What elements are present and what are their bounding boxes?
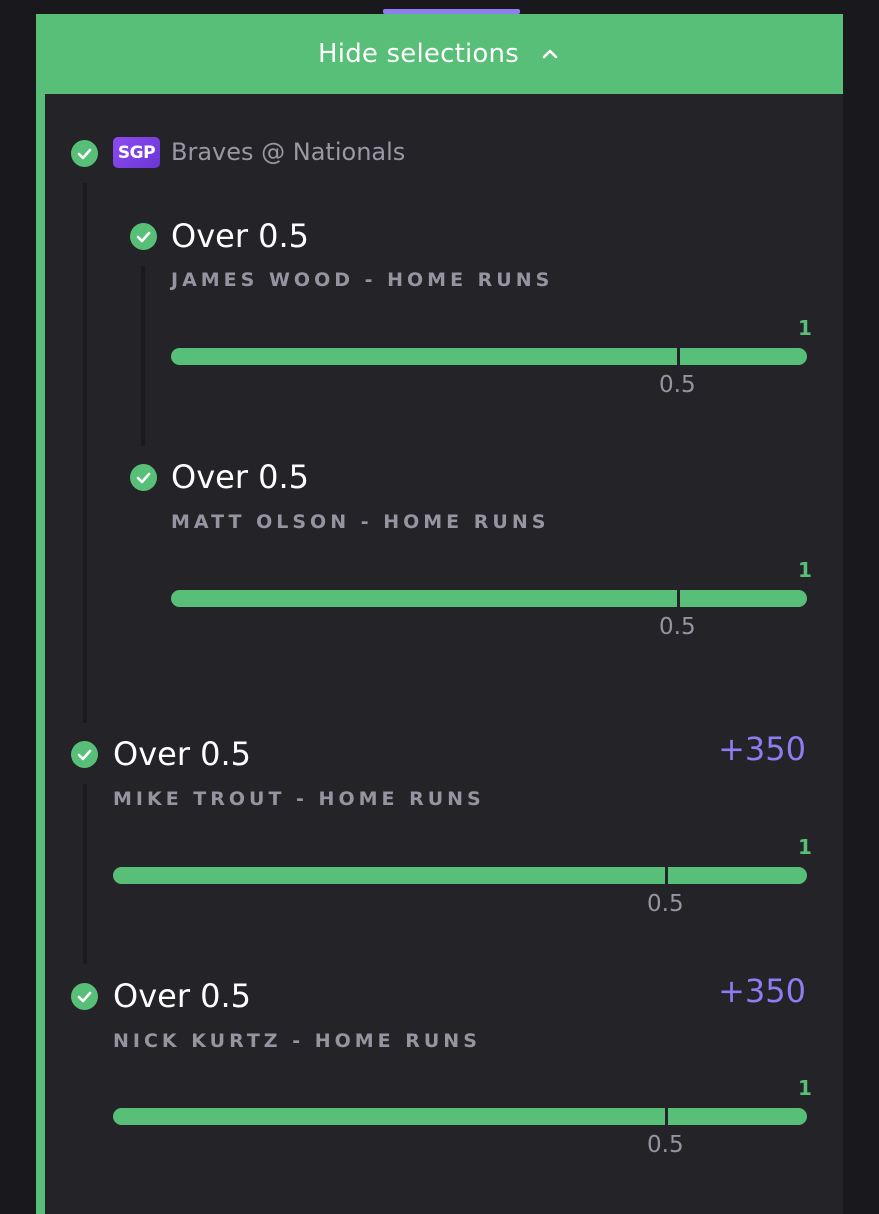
hide-selections-label: Hide selections <box>318 39 519 69</box>
chevron-up-icon <box>542 49 558 59</box>
check-circle-icon <box>130 464 157 491</box>
hide-selections-button[interactable]: Hide selections <box>36 14 843 94</box>
progress-bar <box>171 348 807 365</box>
check-circle-icon <box>130 223 157 250</box>
line-value: 0.5 <box>647 891 684 917</box>
line-value: 0.5 <box>659 614 696 640</box>
pick-connector-line <box>83 784 87 964</box>
pick-odds: +350 <box>718 972 806 1010</box>
line-marker <box>665 867 668 884</box>
sgp-badge: SGP <box>113 137 160 168</box>
line-value: 0.5 <box>659 372 696 398</box>
leg-connector-line <box>141 266 145 446</box>
check-circle-icon <box>71 140 98 167</box>
progress-bar <box>171 590 807 607</box>
progress-bar <box>113 867 807 884</box>
actual-value: 1 <box>798 1076 812 1100</box>
group-connector-line <box>83 183 87 723</box>
pick-title: Over 0.5 <box>113 977 252 1015</box>
leg-subtitle: JAMES WOOD - HOME RUNS <box>171 269 554 291</box>
pick-subtitle: NICK KURTZ - HOME RUNS <box>113 1030 481 1052</box>
leg-title: Over 0.5 <box>171 217 310 255</box>
line-marker <box>677 348 680 365</box>
leg-title: Over 0.5 <box>171 458 310 496</box>
pick-odds: +350 <box>718 730 806 768</box>
line-marker <box>677 590 680 607</box>
pick-title: Over 0.5 <box>113 735 252 773</box>
actual-value: 1 <box>798 835 812 859</box>
line-value: 0.5 <box>647 1132 684 1158</box>
check-circle-icon <box>71 741 98 768</box>
pick-subtitle: MIKE TROUT - HOME RUNS <box>113 788 485 810</box>
leg-subtitle: MATT OLSON - HOME RUNS <box>171 511 550 533</box>
check-circle-icon <box>71 983 98 1010</box>
progress-bar <box>113 1108 807 1125</box>
line-marker <box>665 1108 668 1125</box>
actual-value: 1 <box>798 558 812 582</box>
game-name: Braves @ Nationals <box>171 138 406 166</box>
actual-value: 1 <box>798 316 812 340</box>
